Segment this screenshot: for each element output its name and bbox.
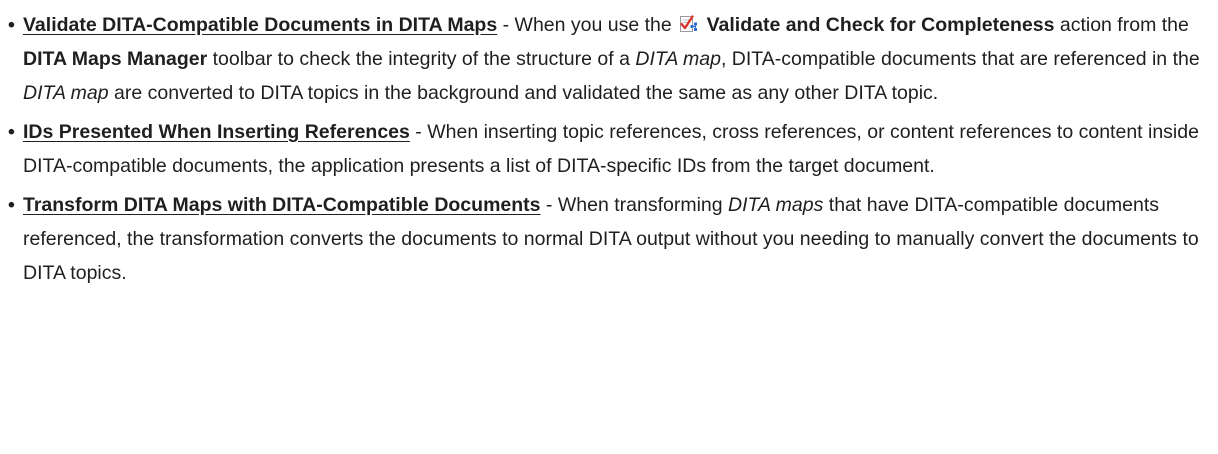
emphasis-term: DITA map — [23, 82, 109, 104]
link-transform-dita-maps[interactable]: Transform DITA Maps with DITA-Compatible… — [23, 194, 541, 216]
link-validate-dita-compatible[interactable]: Validate DITA-Compatible Documents in DI… — [23, 14, 497, 36]
link-ids-presented[interactable]: IDs Presented When Inserting References — [23, 121, 410, 143]
separator: - — [409, 121, 428, 143]
list-item-ids: • IDs Presented When Inserting Reference… — [8, 115, 1208, 183]
validate-check-icon — [679, 11, 699, 32]
bullet: • — [8, 14, 15, 36]
text-segment: toolbar to check the integrity of the st… — [207, 48, 636, 70]
feature-list: • Validate DITA-Compatible Documents in … — [0, 0, 1218, 290]
bullet: • — [8, 194, 15, 216]
text-segment: are converted to DITA topics in the back… — [108, 82, 939, 104]
list-item-validate: • Validate DITA-Compatible Documents in … — [8, 8, 1208, 110]
emphasis-term: DITA map — [635, 48, 721, 70]
emphasis-term: DITA maps — [728, 194, 824, 216]
text-segment: , DITA-compatible documents that are ref… — [720, 48, 1200, 70]
separator: - — [497, 14, 515, 36]
action-name: Validate and Check for Completeness — [706, 14, 1055, 36]
separator: - — [540, 194, 558, 216]
text-segment: When you use the — [514, 14, 678, 36]
bullet: • — [8, 121, 15, 143]
list-item-transform: • Transform DITA Maps with DITA-Compatib… — [8, 188, 1208, 290]
toolbar-name: DITA Maps Manager — [23, 48, 208, 70]
text-segment: action from the — [1054, 14, 1189, 36]
text-segment: When transforming — [557, 194, 729, 216]
